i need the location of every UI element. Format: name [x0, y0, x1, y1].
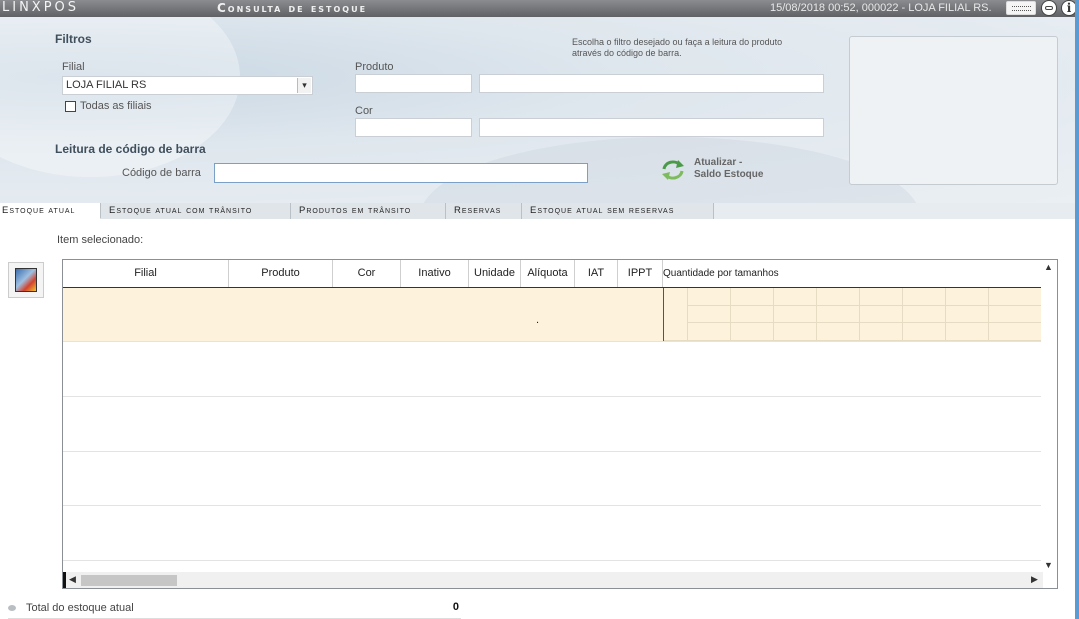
tab-estoque-atual[interactable]: Estoque atual — [0, 203, 101, 219]
size-cell — [860, 306, 903, 323]
size-cell — [989, 288, 1044, 306]
scroll-down-icon[interactable]: ▼ — [1044, 560, 1053, 570]
horizontal-scrollbar[interactable]: ◀ ▶ — [63, 572, 1043, 588]
column-header[interactable]: IPPT — [618, 260, 663, 287]
tab-bar: Estoque atual Estoque atual com trânsito… — [0, 203, 1075, 219]
barcode-label: Código de barra — [122, 167, 201, 179]
produto-label: Produto — [355, 61, 394, 73]
all-branches-label: Todas as filiais — [80, 100, 152, 112]
filters-header: Filtros — [55, 32, 92, 46]
barcode-input[interactable] — [214, 163, 588, 183]
size-cell — [860, 288, 903, 306]
table-row[interactable] — [63, 342, 1043, 397]
size-cell — [688, 306, 731, 323]
horizontal-scroll-thumb[interactable] — [81, 575, 177, 586]
main-content: Item selecionado: Filial Produto Cor Ina… — [0, 219, 1075, 619]
size-quantity-grid — [663, 288, 1044, 341]
produto-code-input[interactable] — [355, 74, 472, 93]
column-header[interactable]: Inativo — [401, 260, 469, 287]
scroll-right-icon[interactable]: ▶ — [1031, 574, 1038, 585]
size-cell — [731, 323, 774, 341]
bullet-icon — [8, 605, 16, 611]
update-label-line1: Atualizar - — [694, 157, 743, 168]
tab-reservas[interactable]: Reservas — [446, 203, 522, 219]
cor-label: Cor — [355, 105, 373, 117]
keyboard-icon[interactable] — [1006, 1, 1036, 15]
tab-estoque-com-transito[interactable]: Estoque atual com trânsito — [101, 203, 291, 219]
film-icon[interactable] — [8, 262, 44, 298]
all-branches-checkbox[interactable] — [65, 101, 76, 112]
stock-grid[interactable]: Filial Produto Cor Inativo Unidade Alíqu… — [62, 259, 1058, 589]
app-title: Consulta de estoque — [217, 1, 368, 15]
column-header[interactable]: IAT — [575, 260, 618, 287]
grid-header: Filial Produto Cor Inativo Unidade Alíqu… — [63, 260, 1043, 288]
scroll-up-icon[interactable]: ▲ — [1044, 262, 1053, 272]
column-header[interactable]: Quantidade por tamanhos — [663, 260, 1043, 287]
size-cell — [817, 306, 860, 323]
emoji-icon[interactable] — [1041, 0, 1057, 16]
size-cell — [989, 323, 1044, 341]
vertical-scrollbar[interactable]: ▲ ▼ — [1041, 260, 1057, 588]
total-stock-label: Total do estoque atual — [26, 602, 134, 614]
size-cell — [989, 306, 1044, 323]
window-edge — [1075, 0, 1079, 619]
size-cell — [688, 323, 731, 341]
filter-hint: Escolha o filtro desejado ou faça a leit… — [572, 37, 783, 58]
update-label-line2: Saldo Estoque — [694, 169, 764, 180]
size-cell — [860, 323, 903, 341]
scroll-left-icon[interactable]: ◀ — [69, 574, 76, 585]
tab-estoque-sem-reservas[interactable]: Estoque atual sem reservas — [522, 203, 714, 219]
tab-produtos-em-transito[interactable]: Produtos em trânsito — [291, 203, 446, 219]
column-header[interactable]: Alíquota — [521, 260, 575, 287]
size-cell — [903, 306, 946, 323]
filial-select[interactable]: LOJA FILIAL RS ▾ — [62, 76, 313, 95]
filial-select-value: LOJA FILIAL RS — [66, 79, 147, 91]
size-cell — [664, 288, 688, 341]
cor-description-input[interactable] — [479, 118, 824, 137]
column-header[interactable]: Cor — [333, 260, 401, 287]
size-cell — [946, 288, 989, 306]
size-cell — [774, 323, 817, 341]
item-selected-label: Item selecionado: — [57, 234, 144, 246]
session-info: 15/08/2018 00:52, 000022 - LOJA FILIAL R… — [770, 2, 992, 14]
refresh-icon — [662, 160, 684, 180]
row-marker: . — [536, 314, 540, 326]
scroll-start-marker — [63, 572, 66, 588]
column-header[interactable]: Produto — [229, 260, 333, 287]
cor-code-input[interactable] — [355, 118, 472, 137]
chevron-down-icon[interactable]: ▾ — [297, 78, 311, 93]
table-row[interactable] — [63, 506, 1043, 561]
title-bar: LINXPOS Consulta de estoque 15/08/2018 0… — [0, 0, 1079, 17]
table-row[interactable] — [63, 452, 1043, 506]
total-stock-row: Total do estoque atual 0 — [8, 601, 461, 619]
filial-label: Filial — [62, 61, 85, 73]
size-cell — [688, 288, 731, 306]
filters-panel: Filtros Filial LOJA FILIAL RS ▾ Todas as… — [0, 17, 1075, 203]
size-cell — [817, 288, 860, 306]
column-header[interactable]: Filial — [63, 260, 229, 287]
produto-description-input[interactable] — [479, 74, 824, 93]
size-cell — [774, 306, 817, 323]
table-row[interactable] — [63, 397, 1043, 452]
product-image-preview — [849, 36, 1058, 185]
size-cell — [817, 323, 860, 341]
update-stock-button[interactable]: Atualizar - Saldo Estoque — [660, 157, 770, 185]
size-cell — [946, 323, 989, 341]
size-cell — [903, 323, 946, 341]
total-stock-value: 0 — [452, 601, 459, 613]
table-row-selected[interactable]: . — [63, 288, 1044, 342]
barcode-header: Leitura de código de barra — [55, 142, 206, 156]
size-cell — [946, 306, 989, 323]
column-header[interactable]: Unidade — [469, 260, 521, 287]
size-cell — [903, 288, 946, 306]
size-cell — [774, 288, 817, 306]
brand-logo: LINXPOS — [2, 0, 80, 15]
size-cell — [731, 306, 774, 323]
size-cell — [731, 288, 774, 306]
